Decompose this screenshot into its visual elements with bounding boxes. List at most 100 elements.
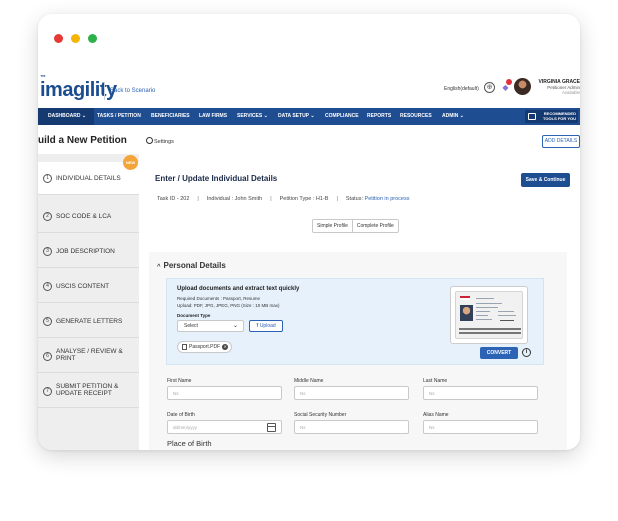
nav-reports[interactable]: REPORTS (367, 108, 391, 125)
last-name-placeholder: Ns (429, 391, 435, 396)
save-continue-button[interactable]: Save & Continue (521, 173, 570, 187)
app-header: ™ imagility Back to Scenario English(def… (38, 70, 580, 108)
personal-details-panel: ^ Personal Details Upload documents and e… (149, 252, 567, 450)
convert-button[interactable]: CONVERT (480, 347, 518, 359)
upload-icon: ⭱ (256, 323, 259, 329)
uploaded-file-chip[interactable]: Passport.PDF ✕ (177, 341, 233, 353)
recommended-tools-label: RECOMMENDED TOOLS FOR YOU (543, 111, 576, 121)
logo-divider (104, 82, 105, 100)
minimize-dot[interactable] (71, 34, 80, 43)
calendar-icon[interactable] (267, 423, 276, 432)
profile-toggle: Simple Profile Complete Profile (312, 219, 399, 233)
step-number: 7 (43, 387, 52, 396)
chevron-up-icon: ^ (157, 264, 161, 270)
passport-preview (450, 286, 528, 344)
info-icon[interactable]: i (522, 348, 531, 357)
section-title: Enter / Update Individual Details (155, 174, 278, 183)
nav-dashboard[interactable]: DASHBOARD ⌄ (38, 108, 95, 125)
step-analyse-review-print[interactable]: 6 ANALYSE / REVIEW & PRINT (38, 340, 139, 373)
add-details-button[interactable]: ADD DETAILS (542, 135, 580, 148)
page-title: uild a New Petition (38, 135, 127, 146)
recommended-tools-button[interactable]: RECOMMENDED TOOLS FOR YOU (525, 110, 578, 123)
close-dot[interactable] (54, 34, 63, 43)
step-label: SOC CODE & LCA (56, 213, 112, 220)
place-of-birth-heading: Place of Birth (167, 439, 212, 448)
step-submit-petition[interactable]: 7 SUBMIT PETITION & UPDATE RECEIPT (38, 375, 139, 408)
imagility-logo[interactable]: ™ imagility (40, 75, 117, 102)
middle-name-field[interactable]: Ns (294, 386, 409, 400)
first-name-placeholder: Ns (173, 391, 179, 396)
steps-sidebar: NEW 1 INDIVIDUAL DETAILS 2 SOC CODE & LC… (38, 154, 139, 450)
step-label: USCIS CONTENT (56, 283, 110, 290)
upload-button[interactable]: ⭱ Upload (249, 320, 283, 332)
logo-mark: ™ (40, 75, 46, 81)
alias-name-label: Alias Name (423, 412, 449, 418)
nav-admin[interactable]: ADMIN ⌄ (442, 108, 464, 125)
remove-file-icon[interactable]: ✕ (222, 344, 229, 350)
step-number: 3 (43, 247, 52, 256)
task-id: Task ID - 202 (157, 196, 190, 202)
step-soc-code-lca[interactable]: 2 SOC CODE & LCA (38, 200, 139, 233)
step-label: JOB DESCRIPTION (56, 248, 115, 255)
middle-name-placeholder: Ns (300, 391, 306, 396)
avatar[interactable] (514, 78, 531, 95)
simple-profile-tab[interactable]: Simple Profile (313, 220, 352, 232)
user-info[interactable]: VIRGINIA GRACE Petitioner Admin Availabl… (535, 79, 580, 95)
new-badge: NEW (123, 155, 138, 170)
dob-field[interactable]: dd/mm/yyyy (167, 420, 282, 434)
first-name-label: First Name (167, 378, 192, 384)
upload-formats: Upload: PDF, JPG, JPEG, PNG (Size : 10 M… (177, 303, 280, 308)
first-name-field[interactable]: Ns (167, 386, 282, 400)
dob-placeholder: dd/mm/yyyy (173, 425, 198, 430)
alias-name-placeholder: Ns (429, 425, 435, 430)
step-label: ANALYSE / REVIEW & PRINT (56, 348, 123, 362)
notification-badge (506, 79, 512, 85)
nav-beneficiaries[interactable]: BENEFICIARIES (151, 108, 190, 125)
file-name: Passport.PDF (189, 344, 221, 350)
individual-name: Individual : John Smith (206, 196, 263, 202)
nav-law-firms[interactable]: LAW FIRMS (199, 108, 227, 125)
step-label: INDIVIDUAL DETAILS (56, 175, 121, 182)
step-job-description[interactable]: 3 JOB DESCRIPTION (38, 235, 139, 268)
tools-icon (528, 113, 536, 120)
ssn-label: Social Security Number (294, 412, 347, 418)
nav-resources[interactable]: RESOURCES (400, 108, 432, 125)
settings-link[interactable]: Settings (146, 137, 174, 145)
nav-data-setup[interactable]: DATA SETUP ⌄ (278, 108, 315, 125)
step-label: SUBMIT PETITION & UPDATE RECEIPT (56, 383, 119, 397)
globe-icon[interactable]: ⊕ (484, 82, 495, 93)
page-header: uild a New Petition Settings ADD DETAILS (38, 125, 580, 154)
step-uscis-content[interactable]: 4 USCIS CONTENT (38, 270, 139, 303)
step-number: 2 (43, 212, 52, 221)
logo-text: imagility (40, 79, 117, 101)
step-label: GENERATE LETTERS (56, 318, 123, 325)
alias-name-field[interactable]: Ns (423, 420, 538, 434)
maximize-dot[interactable] (88, 34, 97, 43)
window-controls (54, 34, 97, 43)
step-generate-letters[interactable]: 5 GENERATE LETTERS (38, 305, 139, 338)
personal-details-title: Personal Details (163, 261, 226, 270)
nav-tasks-petition[interactable]: TASKS / PETITION (97, 108, 141, 125)
document-type-value: Select (184, 323, 198, 329)
personal-details-toggle[interactable]: ^ Personal Details (157, 261, 226, 270)
user-status: Available (561, 90, 580, 95)
main-content: Enter / Update Individual Details Save &… (139, 154, 580, 450)
step-number: 5 (43, 317, 52, 326)
nav-services[interactable]: SERVICES ⌄ (237, 108, 268, 125)
back-to-scenario-link[interactable]: Back to Scenario (110, 88, 155, 94)
step-number: 6 (43, 352, 52, 361)
ssn-placeholder: Ns (300, 425, 306, 430)
upload-title: Upload documents and extract text quickl… (177, 286, 300, 292)
nav-compliance[interactable]: COMPLIANCE (325, 108, 359, 125)
middle-name-label: Middle Name (294, 378, 324, 384)
app-window: ™ imagility Back to Scenario English(def… (38, 14, 580, 450)
document-type-select[interactable]: Select ⌄ (177, 320, 244, 332)
last-name-field[interactable]: Ns (423, 386, 538, 400)
complete-profile-tab[interactable]: Complete Profile (351, 220, 398, 232)
language-selector[interactable]: English(default) (444, 86, 479, 92)
petition-meta: Task ID - 202 | Individual : John Smith | Pe… (157, 196, 410, 202)
step-individual-details[interactable]: NEW 1 INDIVIDUAL DETAILS (38, 155, 139, 195)
main-nav: DASHBOARD ⌄ TASKS / PETITION BENEFICIARI… (38, 108, 580, 125)
required-documents: Required Documents : Passport, Resume (177, 296, 261, 301)
ssn-field[interactable]: Ns (294, 420, 409, 434)
